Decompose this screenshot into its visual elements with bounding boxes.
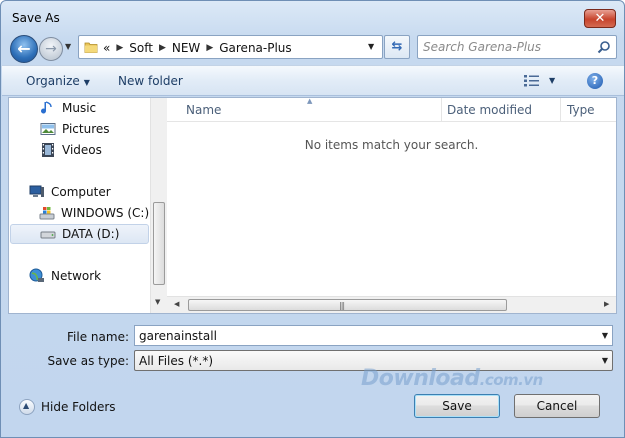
new-folder-button[interactable]: New folder xyxy=(118,74,183,88)
file-name-dropdown-icon[interactable]: ▼ xyxy=(602,331,608,340)
sort-ascending-icon: ▲ xyxy=(307,97,313,105)
file-list: ▲ Name Date modified Type No items match… xyxy=(167,97,616,313)
column-header-date-modified[interactable]: Date modified xyxy=(447,103,532,117)
music-icon xyxy=(41,101,52,114)
windows-drive-icon xyxy=(39,207,55,220)
column-headers: ▲ Name Date modified Type xyxy=(167,97,616,122)
recent-locations-dropdown-icon[interactable]: ▼ xyxy=(65,42,71,51)
search-input[interactable] xyxy=(423,39,593,55)
network-icon xyxy=(29,268,44,282)
nav-item-label: DATA (D:) xyxy=(62,227,120,241)
collapse-up-icon: ▲ xyxy=(19,399,35,415)
breadcrumb-overflow[interactable]: « xyxy=(103,41,110,55)
save-as-dialog: Save As ✕ ← → ▼ « ▶ Soft ▶ NEW ▶ Garena-… xyxy=(0,0,625,438)
chevron-down-icon[interactable]: ▼ xyxy=(602,356,608,365)
nav-item-label: Network xyxy=(51,269,102,283)
browser-content: Music Pictures Videos Computer WINDOWS (… xyxy=(8,97,617,314)
videos-icon xyxy=(42,143,54,157)
nav-item-label: Computer xyxy=(51,185,111,199)
chevron-down-icon: ▼ xyxy=(83,78,90,87)
chevron-right-icon[interactable]: ▶ xyxy=(206,43,213,53)
file-name-field[interactable]: ▼ xyxy=(134,325,613,346)
hard-drive-icon xyxy=(40,231,56,239)
address-bar[interactable]: « ▶ Soft ▶ NEW ▶ Garena-Plus ▼ xyxy=(78,35,383,59)
scrollbar-grip-icon: ||| xyxy=(339,301,345,310)
breadcrumb-garena-plus[interactable]: Garena-Plus xyxy=(219,41,291,55)
nav-item-pictures[interactable]: Pictures xyxy=(40,119,110,139)
file-name-input[interactable] xyxy=(139,328,579,343)
organize-button[interactable]: Organize ▼ xyxy=(26,74,90,88)
navigation-pane: Music Pictures Videos Computer WINDOWS (… xyxy=(9,98,150,313)
pictures-icon xyxy=(40,123,56,135)
save-button[interactable]: Save xyxy=(414,394,500,418)
save-as-type-value: All Files (*.*) xyxy=(139,354,214,368)
forward-button[interactable]: → xyxy=(39,37,63,61)
view-dropdown-icon[interactable]: ▼ xyxy=(549,76,555,85)
file-list-horizontal-scrollbar[interactable]: ◀ ||| ▶ xyxy=(167,296,616,313)
column-divider[interactable] xyxy=(560,98,561,122)
nav-item-label: Pictures xyxy=(62,122,110,136)
search-icon[interactable] xyxy=(597,40,611,54)
computer-icon xyxy=(29,185,44,197)
breadcrumb-soft[interactable]: Soft xyxy=(129,41,153,55)
column-header-name[interactable]: Name xyxy=(186,103,221,117)
chevron-right-icon[interactable]: ▶ xyxy=(116,43,123,53)
nav-item-windows-drive[interactable]: WINDOWS (C:) xyxy=(39,203,149,223)
file-name-label: File name: xyxy=(67,330,129,344)
nav-item-music[interactable]: Music xyxy=(40,98,96,118)
view-options-icon[interactable] xyxy=(524,75,540,87)
title-bar: Save As ✕ xyxy=(1,1,624,31)
command-toolbar: Organize ▼ New folder ▼ ? xyxy=(2,65,624,96)
refresh-button[interactable]: ⇆ xyxy=(384,35,410,59)
navigation-pane-scrollbar[interactable]: ▼ xyxy=(150,98,167,313)
folder-icon xyxy=(84,42,98,53)
back-button[interactable]: ← xyxy=(10,35,38,63)
forward-arrow-icon: → xyxy=(45,41,57,57)
nav-item-network[interactable]: Network xyxy=(29,266,101,286)
organize-label: Organize xyxy=(26,74,80,88)
nav-item-videos[interactable]: Videos xyxy=(40,140,102,160)
scrollbar-thumb[interactable] xyxy=(153,202,165,285)
address-dropdown-icon[interactable]: ▼ xyxy=(368,42,374,51)
breadcrumb-new[interactable]: NEW xyxy=(172,41,200,55)
help-icon[interactable]: ? xyxy=(587,73,603,89)
search-box[interactable] xyxy=(417,35,617,59)
scrollbar-thumb[interactable]: ||| xyxy=(188,299,507,311)
back-arrow-icon: ← xyxy=(17,39,31,58)
scroll-down-icon[interactable]: ▼ xyxy=(155,298,160,306)
empty-results-message: No items match your search. xyxy=(304,138,479,152)
nav-item-computer[interactable]: Computer xyxy=(29,182,111,202)
hide-folders-label: Hide Folders xyxy=(41,400,116,414)
breadcrumb: « ▶ Soft ▶ NEW ▶ Garena-Plus xyxy=(103,40,292,56)
refresh-icon: ⇆ xyxy=(391,39,403,54)
watermark-main: Download xyxy=(361,366,480,391)
dialog-title: Save As xyxy=(12,11,60,25)
chevron-right-icon[interactable]: ▶ xyxy=(159,43,166,53)
scroll-left-icon[interactable]: ◀ xyxy=(174,300,179,308)
column-divider[interactable] xyxy=(441,98,442,122)
nav-item-label: Music xyxy=(62,101,97,115)
nav-item-data-drive[interactable]: DATA (D:) xyxy=(10,224,149,244)
nav-item-label: WINDOWS (C:) xyxy=(61,206,150,220)
scroll-right-icon[interactable]: ▶ xyxy=(604,300,609,308)
nav-item-label: Videos xyxy=(62,143,102,157)
watermark-logo: Download.com.vn xyxy=(361,366,543,391)
hide-folders-button[interactable]: ▲ Hide Folders xyxy=(19,399,116,415)
cancel-button[interactable]: Cancel xyxy=(514,394,600,418)
save-as-type-label: Save as type: xyxy=(47,354,129,368)
column-header-type[interactable]: Type xyxy=(567,103,595,117)
close-button[interactable]: ✕ xyxy=(584,9,616,28)
watermark-suffix: .com.vn xyxy=(479,371,544,389)
